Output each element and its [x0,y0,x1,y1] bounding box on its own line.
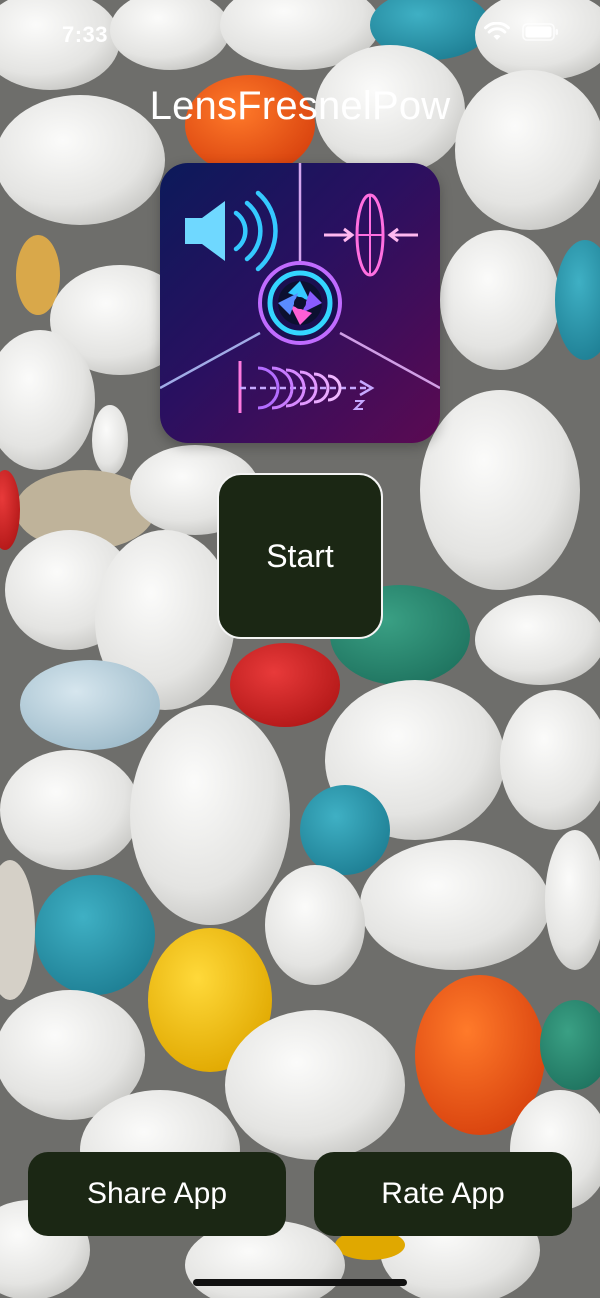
wifi-icon [484,22,510,42]
start-button[interactable]: Start [217,473,383,639]
app-logo-icon [160,163,440,443]
share-app-button[interactable]: Share App [28,1152,286,1236]
home-indicator [193,1279,407,1286]
wave-icon [238,361,375,413]
speaker-icon [185,190,278,272]
rate-app-button[interactable]: Rate App [314,1152,572,1236]
status-time: 7:33 [62,22,109,47]
lens-icon [324,193,418,277]
battery-icon [522,22,560,42]
status-icons [484,22,560,42]
app-title: LensFresnelPow [149,84,451,128]
aperture-icon [258,261,342,345]
